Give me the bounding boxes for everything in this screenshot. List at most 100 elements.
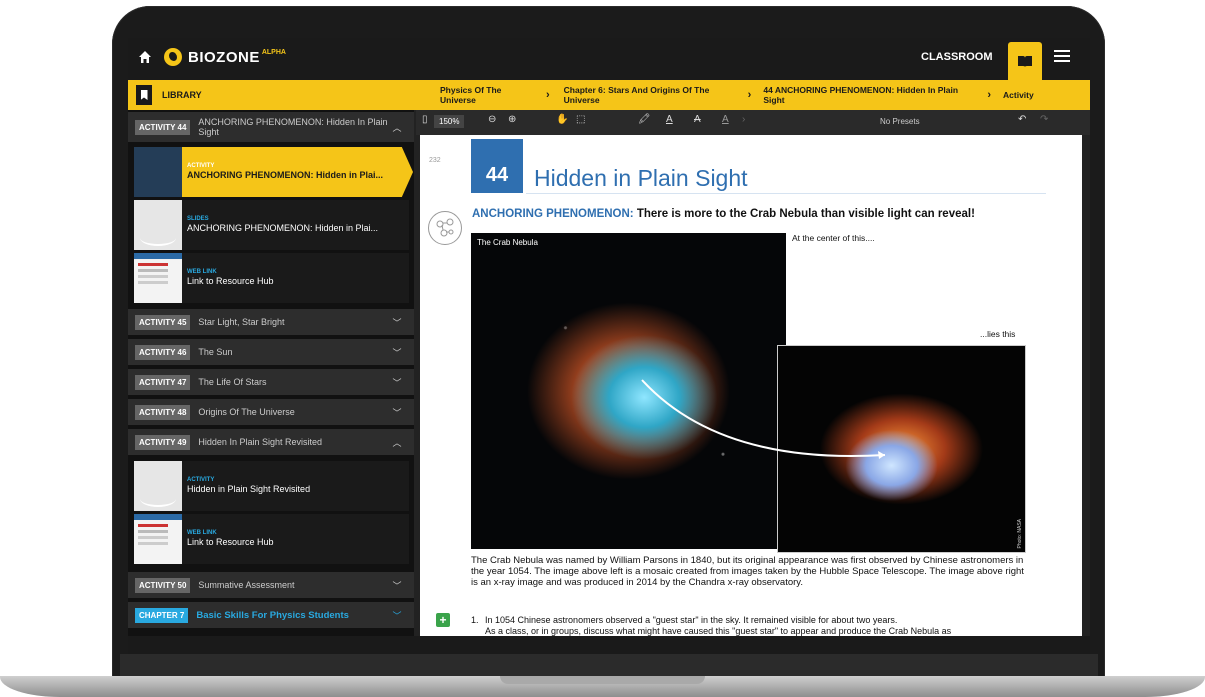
- logo-text: BIOZONE: [188, 48, 260, 66]
- hand-tool-icon[interactable]: ✋: [556, 114, 568, 125]
- chevron-up-icon[interactable]: ︿: [392, 436, 402, 449]
- breadcrumb-bar: LIBRARY Physics Of The Universe › Chapte…: [128, 80, 1090, 110]
- resource-thumbnail: [134, 200, 182, 250]
- breadcrumb: Physics Of The Universe › Chapter 6: Sta…: [416, 80, 1090, 110]
- home-icon[interactable]: [138, 50, 152, 64]
- page-icon[interactable]: ▯: [422, 114, 428, 125]
- resource-thumbnail: [134, 461, 182, 511]
- resource-type: ACTIVITY: [187, 477, 215, 483]
- breadcrumb-item-current[interactable]: Activity: [1003, 90, 1034, 100]
- document-page: 232 44 Hidden in Plain Sight ANCHORING P…: [420, 135, 1082, 636]
- screen-bottom-bar: [128, 636, 1090, 654]
- classroom-button[interactable]: CLASSROOM: [921, 51, 993, 63]
- breadcrumb-item-activity[interactable]: 44 ANCHORING PHENOMENON: Hidden In Plain…: [763, 85, 973, 105]
- hamburger-menu-icon[interactable]: [1054, 50, 1070, 64]
- chapter-badge: CHAPTER 7: [135, 607, 189, 623]
- annotation-toolbar: ▯ 150% ⊖ ⊕ ✋ ⬚ 🖍 A A A › No Presets ↶ ↷: [416, 110, 1090, 135]
- bookmark-icon: [136, 85, 152, 105]
- activity-badge: ACTIVITY 44: [135, 119, 191, 135]
- zoom-select[interactable]: 150%: [434, 115, 465, 128]
- resource-weblink-49[interactable]: WEB LINK Link to Resource Hub: [134, 514, 409, 564]
- activity-badge: ACTIVITY 45: [135, 314, 191, 330]
- sidebar-activity-46[interactable]: ACTIVITY 46 The Sun ﹀: [128, 339, 414, 365]
- activity-title: Star Light, Star Bright: [198, 317, 285, 327]
- resource-thumbnail: [134, 253, 182, 303]
- resource-activity-44[interactable]: ACTIVITY ANCHORING PHENOMENON: Hidden in…: [134, 147, 413, 197]
- open-book-icon: [1018, 55, 1032, 67]
- activity-title: The Sun: [198, 347, 233, 357]
- activity-title: Summative Assessment: [198, 580, 295, 590]
- text-underline-icon[interactable]: A: [666, 114, 673, 125]
- chevron-down-icon[interactable]: ﹀: [392, 609, 402, 622]
- resource-type: WEB LINK: [187, 530, 217, 536]
- screen: BIOZONE ALPHA CLASSROOM LIBRARY Physics …: [128, 38, 1090, 636]
- resource-type: WEB LINK: [187, 269, 217, 275]
- chevron-down-icon[interactable]: ﹀: [392, 579, 402, 592]
- chevron-down-icon[interactable]: ﹀: [392, 406, 402, 419]
- text-strikethrough-icon[interactable]: A: [694, 114, 701, 125]
- logo-mark-icon: [164, 48, 182, 66]
- resource-thumbnail: [134, 514, 182, 564]
- activity-badge: ACTIVITY 47: [135, 374, 191, 390]
- biozone-logo[interactable]: BIOZONE ALPHA: [164, 48, 286, 66]
- question-number: 1.: [471, 615, 479, 625]
- redo-icon[interactable]: ↷: [1040, 114, 1048, 125]
- resource-thumbnail: [134, 147, 182, 197]
- breadcrumb-item-chapter[interactable]: Chapter 6: Stars And Origins Of The Univ…: [564, 85, 744, 105]
- sidebar-chapter-7[interactable]: CHAPTER 7 Basic Skills For Physics Stude…: [128, 602, 414, 628]
- library-label: LIBRARY: [162, 90, 202, 100]
- resource-title: ANCHORING PHENOMENON: Hidden in Plai...: [187, 223, 379, 233]
- chevron-down-icon[interactable]: ﹀: [392, 346, 402, 359]
- sidebar: ACTIVITY 44 ANCHORING PHENOMENON: Hidden…: [128, 110, 414, 636]
- laptop-notch: [500, 676, 705, 684]
- activity-badge: ACTIVITY 46: [135, 344, 191, 360]
- question-text-continued: As a class, or in groups, discuss what m…: [485, 626, 952, 636]
- chevron-down-icon[interactable]: ﹀: [392, 376, 402, 389]
- sidebar-activity-49[interactable]: ACTIVITY 49 Hidden In Plain Sight Revisi…: [128, 429, 414, 455]
- resource-slides-44[interactable]: SLIDES ANCHORING PHENOMENON: Hidden in P…: [134, 200, 409, 250]
- question-1: 1. In 1054 Chinese astronomers observed a…: [471, 615, 1031, 636]
- activity-title: Hidden In Plain Sight Revisited: [198, 437, 322, 447]
- zoom-in-icon[interactable]: ⊕: [508, 114, 516, 125]
- sidebar-activity-45[interactable]: ACTIVITY 45 Star Light, Star Bright ﹀: [128, 309, 414, 335]
- resource-type: SLIDES: [187, 216, 209, 222]
- sidebar-activity-47[interactable]: ACTIVITY 47 The Life Of Stars ﹀: [128, 369, 414, 395]
- add-note-button[interactable]: +: [436, 613, 450, 627]
- top-bar: BIOZONE ALPHA CLASSROOM: [128, 38, 1090, 80]
- sidebar-activity-50[interactable]: ACTIVITY 50 Summative Assessment ﹀: [128, 572, 414, 598]
- text-squiggly-icon[interactable]: A: [722, 114, 729, 125]
- resource-weblink-44[interactable]: WEB LINK Link to Resource Hub: [134, 253, 409, 303]
- presets-dropdown[interactable]: No Presets: [880, 117, 920, 126]
- logo-alpha-badge: ALPHA: [261, 48, 286, 56]
- chapter-title: Basic Skills For Physics Students: [196, 609, 349, 621]
- activity-badge: ACTIVITY 48: [135, 404, 191, 420]
- library-header[interactable]: LIBRARY: [128, 80, 414, 110]
- resource-title: Link to Resource Hub: [187, 537, 274, 547]
- chevron-right-icon[interactable]: ›: [742, 114, 745, 125]
- highlighter-icon[interactable]: 🖍: [638, 114, 651, 125]
- resource-activity-49[interactable]: ACTIVITY Hidden in Plain Sight Revisited: [134, 461, 409, 511]
- chevron-down-icon[interactable]: ﹀: [392, 316, 402, 329]
- laptop-bezel-bottom: [120, 654, 1098, 676]
- chevron-right-icon: ›: [546, 89, 550, 101]
- activity-title: The Life Of Stars: [198, 377, 267, 387]
- resource-type: ACTIVITY: [187, 163, 215, 169]
- chevron-right-icon: ›: [747, 89, 752, 101]
- breadcrumb-item-unit[interactable]: Physics Of The Universe: [440, 85, 536, 105]
- activity-title: Origins Of The Universe: [198, 407, 295, 417]
- resource-title: Hidden in Plain Sight Revisited: [187, 484, 311, 494]
- undo-icon[interactable]: ↶: [1018, 114, 1026, 125]
- resource-title: Link to Resource Hub: [187, 276, 274, 286]
- chevron-up-icon[interactable]: ︿: [392, 121, 402, 134]
- question-text: In 1054 Chinese astronomers observed a "…: [485, 615, 898, 625]
- sidebar-activity-48[interactable]: ACTIVITY 48 Origins Of The Universe ﹀: [128, 399, 414, 425]
- sidebar-activity-44[interactable]: ACTIVITY 44 ANCHORING PHENOMENON: Hidden…: [128, 112, 414, 142]
- resource-title: ANCHORING PHENOMENON: Hidden in Plai...: [187, 170, 384, 180]
- chevron-right-icon: ›: [987, 89, 992, 101]
- zoom-out-icon[interactable]: ⊖: [488, 114, 496, 125]
- library-book-button[interactable]: [1008, 42, 1042, 80]
- body-paragraph: The Crab Nebula was named by William Par…: [471, 555, 1024, 588]
- activity-badge: ACTIVITY 50: [135, 577, 191, 593]
- activity-badge: ACTIVITY 49: [135, 434, 191, 450]
- select-area-icon[interactable]: ⬚: [576, 114, 585, 125]
